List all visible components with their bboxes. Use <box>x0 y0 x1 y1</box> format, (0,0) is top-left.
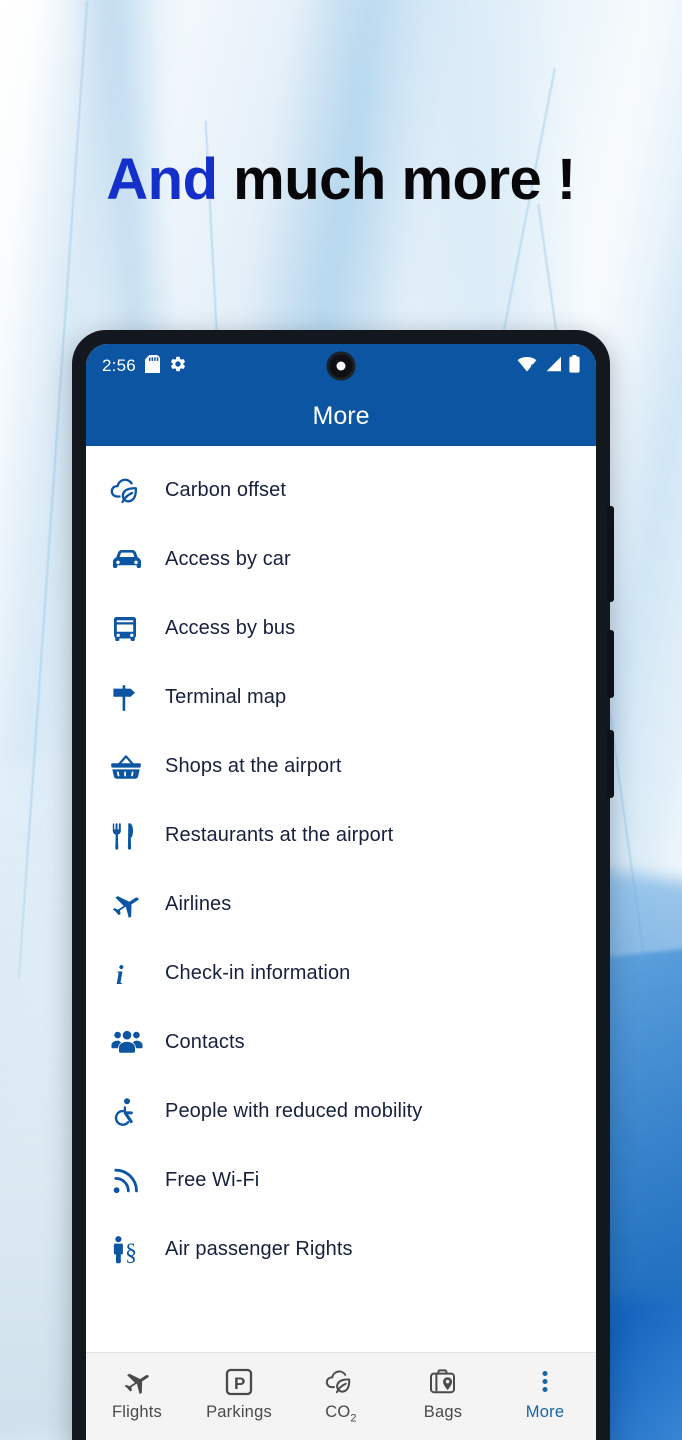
list-item-label: Carbon offset <box>165 479 287 501</box>
sd-card-icon <box>144 354 160 378</box>
list-item-label: Airlines <box>165 893 232 915</box>
fork-knife-icon <box>110 819 154 853</box>
list-item-label: Restaurants at the airport <box>165 824 394 846</box>
nav-tab-label: More <box>525 1403 565 1421</box>
front-camera-punch-hole <box>326 351 356 381</box>
phone-mockup: 2:56 More Carbon offset Access by car Ac… <box>72 330 614 1440</box>
parking-p-icon: P <box>225 1365 253 1399</box>
nav-tab-label: CO2 <box>325 1403 357 1425</box>
nav-tab-label: Bags <box>423 1403 463 1421</box>
car-icon <box>110 543 154 577</box>
page-title-rest: much more ! <box>217 147 576 212</box>
list-item-restaurants[interactable]: Restaurants at the airport <box>86 801 596 870</box>
nav-tab-flights[interactable]: Flights <box>86 1365 188 1422</box>
info-icon: i <box>110 957 154 991</box>
co2-subscript: 2 <box>350 1412 357 1425</box>
suitcase-pin-icon <box>428 1365 458 1399</box>
phone-power-button[interactable] <box>607 630 614 698</box>
nav-tab-co2[interactable]: CO2 <box>290 1365 392 1424</box>
list-item-label: Access by bus <box>165 617 296 639</box>
list-item-terminal-map[interactable]: Terminal map <box>86 663 596 732</box>
nav-tab-label: Flights <box>112 1403 162 1421</box>
list-item-label: People with reduced mobility <box>165 1100 423 1122</box>
page-title-highlight: And <box>106 147 218 212</box>
list-item-contacts[interactable]: Contacts <box>86 1008 596 1077</box>
list-item-checkin-info[interactable]: i Check-in information <box>86 939 596 1008</box>
cloud-leaf-icon <box>325 1365 357 1399</box>
nav-tab-more[interactable]: More <box>494 1365 596 1422</box>
list-item-reduced-mobility[interactable]: People with reduced mobility <box>86 1077 596 1146</box>
svg-text:i: i <box>116 960 124 989</box>
airplane-icon <box>122 1365 152 1399</box>
shopping-basket-icon <box>110 750 154 784</box>
battery-full-icon <box>569 354 580 378</box>
menu-list: Carbon offset Access by car Access by bu… <box>86 446 596 1352</box>
list-item-label: Air passenger Rights <box>165 1238 353 1260</box>
status-bar: 2:56 <box>86 344 596 388</box>
list-item-label: Access by car <box>165 548 291 570</box>
wifi-signal-icon <box>110 1164 154 1198</box>
nav-tab-parkings[interactable]: P Parkings <box>188 1365 290 1422</box>
status-bar-clock: 2:56 <box>102 356 136 375</box>
page-title: And much more ! <box>0 146 682 213</box>
svg-text:§: § <box>125 1240 137 1265</box>
status-bar-right <box>517 354 580 378</box>
list-item-airlines[interactable]: Airlines <box>86 870 596 939</box>
list-item-label: Terminal map <box>165 686 287 708</box>
phone-volume-button[interactable] <box>607 506 614 602</box>
phone-extra-button[interactable] <box>607 730 614 798</box>
app-bar: More <box>86 388 596 446</box>
cloud-leaf-icon <box>110 474 154 508</box>
gear-icon <box>169 355 187 378</box>
three-dots-vertical-icon <box>540 1365 550 1399</box>
cellular-signal-icon <box>544 356 562 377</box>
person-law-icon: § <box>110 1233 154 1267</box>
nav-tab-label: Parkings <box>206 1403 272 1421</box>
list-item-label: Check-in information <box>165 962 351 984</box>
list-item-shops[interactable]: Shops at the airport <box>86 732 596 801</box>
list-item-free-wifi[interactable]: Free Wi-Fi <box>86 1146 596 1215</box>
svg-text:P: P <box>234 1374 245 1393</box>
app-bar-title: More <box>312 402 370 430</box>
phone-screen: 2:56 More Carbon offset Access by car Ac… <box>86 344 596 1440</box>
list-item-label: Contacts <box>165 1031 245 1053</box>
list-item-carbon-offset[interactable]: Carbon offset <box>86 456 596 525</box>
list-item-label: Shops at the airport <box>165 755 342 777</box>
bus-icon <box>110 612 154 646</box>
signpost-icon <box>110 681 154 715</box>
list-item-access-by-car[interactable]: Access by car <box>86 525 596 594</box>
list-item-label: Free Wi-Fi <box>165 1169 260 1191</box>
people-group-icon <box>110 1026 154 1060</box>
bottom-navigation-bar: Flights P Parkings CO2 Bags More <box>86 1352 596 1440</box>
status-bar-left: 2:56 <box>102 354 187 378</box>
wifi-warning-icon <box>517 356 537 377</box>
airplane-icon <box>110 888 154 922</box>
list-item-passenger-rights[interactable]: § Air passenger Rights <box>86 1215 596 1284</box>
nav-tab-bags[interactable]: Bags <box>392 1365 494 1422</box>
wheelchair-icon <box>110 1095 154 1129</box>
list-item-access-by-bus[interactable]: Access by bus <box>86 594 596 663</box>
